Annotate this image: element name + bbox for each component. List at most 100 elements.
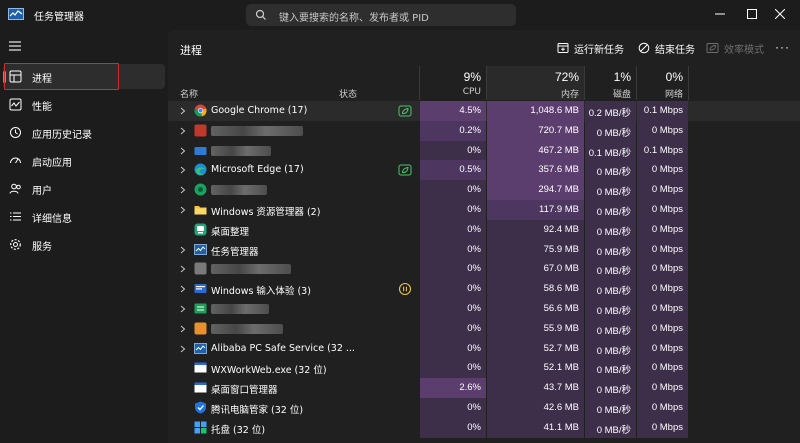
chevron-right-icon[interactable] [180,285,186,293]
column-divider [688,66,689,100]
search-box[interactable]: 键入要搜索的名称、发布者或 PID [246,4,516,26]
chevron-right-icon[interactable] [180,166,186,174]
redacted-process-name [211,323,283,334]
process-row[interactable]: 0% 294.7 MB 0 MB/秒 0 Mbps [168,180,800,201]
column-header-memory[interactable]: 72% 内存 [487,66,584,100]
hamburger-menu-icon[interactable] [8,40,22,52]
network-value: 0 Mbps [651,184,683,196]
chevron-right-icon[interactable] [180,206,186,214]
app-title: 任务管理器 [34,12,84,23]
chevron-right-icon[interactable] [180,246,186,254]
cpu-cell: 0% [420,398,486,418]
sidebar-item-label: 用户 [32,186,52,197]
process-row[interactable]: 腾讯电脑管家 (32 位) 0% 42.6 MB 0 MB/秒 0 Mbps [168,398,800,418]
window-icon [194,381,207,394]
column-header-network[interactable]: 0% 网络 [637,66,688,100]
sidebar-item-performance[interactable]: 性能 [3,92,165,117]
network-cell: 0 Mbps [637,160,688,181]
process-name: Google Chrome (17) [211,105,308,116]
cpu-cell: 0% [420,259,486,280]
chevron-right-icon[interactable] [180,147,186,155]
input-experience-icon [194,282,207,295]
cpu-value: 0% [467,362,481,374]
folder-icon [194,203,207,216]
chevron-right-icon[interactable] [180,265,186,273]
memory-value: 56.6 MB [543,303,579,314]
disk-cell: 0 MB/秒 [585,318,636,339]
cpu-value: 0% [467,184,481,196]
process-row[interactable]: 托盘 (32 位) 0% 41.1 MB 0 MB/秒 0 Mbps [168,417,800,438]
sidebar-item-label: 详细信息 [32,214,72,225]
column-header-disk[interactable]: 1% 磁盘 [585,66,636,100]
process-row[interactable]: 桌面窗口管理器 2.6% 43.7 MB 0 MB/秒 0 Mbps [168,378,800,399]
orange-app-icon [194,322,207,335]
process-row[interactable]: Windows 输入体验 (3) 0% 58.6 MB 0 MB/秒 0 Mbps [168,279,800,300]
edge-icon [194,163,207,176]
sidebar-item-label: 服务 [32,242,52,253]
network-cell: 0 Mbps [637,318,688,339]
process-row[interactable]: 任务管理器 0% 75.9 MB 0 MB/秒 0 Mbps [168,239,800,260]
cpu-value: 0.5% [459,164,481,176]
task-manager-app-icon [8,8,24,20]
chevron-right-icon[interactable] [180,186,186,194]
network-cell: 0 Mbps [637,358,688,379]
redacted-process-name [211,145,271,156]
memory-cell: 56.6 MB [487,299,584,319]
search-placeholder[interactable]: 键入要搜索的名称、发布者或 PID [279,9,429,24]
chevron-right-icon[interactable] [180,127,186,135]
process-row[interactable]: Windows 资源管理器 (2) 0% 117.9 MB 0 MB/秒 0 Mbps [168,200,800,220]
process-row[interactable]: 桌面整理 0% 92.4 MB 0 MB/秒 0 Mbps [168,219,800,240]
green-sheet-icon [194,302,207,315]
run-new-task-button[interactable]: 运行新任务 [557,40,624,56]
memory-cell: 55.9 MB [487,318,584,339]
process-row[interactable]: Alibaba PC Safe Service (32 ... 0% 52.7 MB… [168,338,800,359]
more-options-button[interactable]: ··· [775,40,790,54]
column-header-cpu[interactable]: 9% CPU [420,66,486,100]
sidebar-item-users[interactable]: 用户 [3,176,165,201]
process-row[interactable]: Microsoft Edge (17) 0.5% 357.6 MB 0 MB/秒 0 M… [168,160,800,181]
cpu-label: CPU [462,87,481,97]
process-row[interactable]: 0% 55.9 MB 0 MB/秒 0 Mbps [168,318,800,339]
sidebar-item-services[interactable]: 服务 [3,232,165,257]
efficiency-mode-button[interactable]: 效率模式 [706,40,764,56]
chevron-right-icon[interactable] [180,305,186,313]
sidebar-item-app-history[interactable]: 应用历史记录 [3,120,165,145]
memory-cell: 52.1 MB [487,358,584,379]
network-value: 0 Mbps [651,283,683,295]
close-icon [775,9,785,19]
disk-value: 0 MB/秒 [596,207,631,218]
disk-value: 0 MB/秒 [596,266,631,278]
process-name: 任务管理器 [211,246,259,258]
column-header-status[interactable]: 状态 [339,87,357,100]
memory-cell: 75.9 MB [487,239,584,260]
process-row[interactable]: Google Chrome (17) 4.5% 1,048.6 MB 0.2 MB/秒… [168,101,800,121]
processes-panel: 进程 运行新任务 结束任务 效率模式 ··· 名称 状态 9% CPU 72% … [168,30,800,443]
redacted-process-name [211,185,267,196]
process-row[interactable]: 0% 56.6 MB 0 MB/秒 0 Mbps [168,299,800,319]
memory-cell: 52.7 MB [487,338,584,359]
cpu-cell: 2.6% [420,378,486,399]
network-value: 0 Mbps [651,382,683,394]
chevron-right-icon[interactable] [180,107,186,115]
app-history-icon [10,127,21,138]
cpu-value: 0% [467,303,481,314]
disk-value: 0 MB/秒 [596,405,631,416]
network-cell: 0 Mbps [637,259,688,280]
disk-value: 0 MB/秒 [596,306,631,317]
process-row[interactable]: 0% 467.2 MB 0.1 MB/秒 0.1 Mbps [168,140,800,161]
column-header-name[interactable]: 名称 [180,87,198,100]
sidebar-item-startup-apps[interactable]: 启动应用 [3,148,165,173]
process-row[interactable]: 0.2% 720.7 MB 0 MB/秒 0 Mbps [168,120,800,141]
disk-value: 0.2 MB/秒 [588,108,631,119]
network-cell: 0 Mbps [637,200,688,220]
window-icon [194,361,207,374]
end-task-button[interactable]: 结束任务 [638,40,695,56]
process-row[interactable]: WXWorkWeb.exe (32 位) 0% 52.1 MB 0 MB/秒 0 Mbp… [168,358,800,379]
disk-label: 磁盘 [612,90,631,100]
sidebar-item-details[interactable]: 详细信息 [3,204,165,229]
close-button[interactable] [758,0,800,28]
chevron-right-icon[interactable] [180,345,186,353]
chevron-right-icon[interactable] [180,325,186,333]
process-row[interactable]: 0% 67.0 MB 0 MB/秒 0 Mbps [168,259,800,280]
memory-value: 52.7 MB [543,342,579,354]
